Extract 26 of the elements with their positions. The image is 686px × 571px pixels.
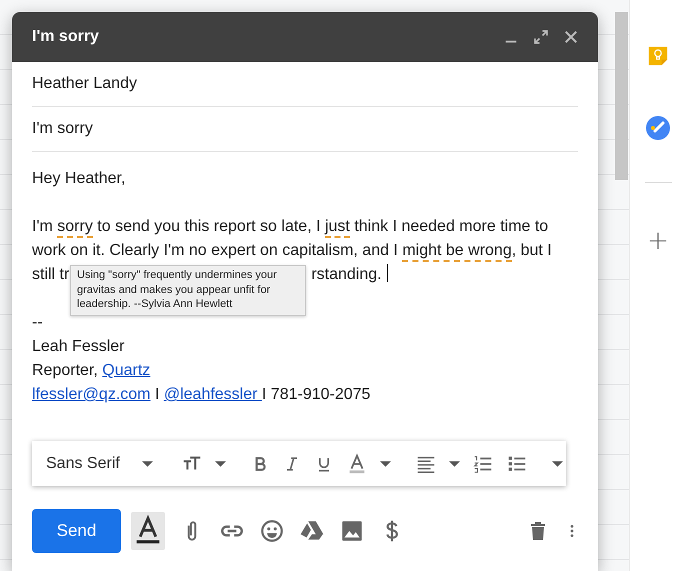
- send-button[interactable]: Send: [32, 509, 121, 553]
- signature-text: Reporter,: [32, 362, 99, 379]
- signature-text: I: [154, 386, 160, 403]
- link[interactable]: lfessler@qz.com: [32, 386, 150, 403]
- window-title: I'm sorry: [32, 28, 100, 46]
- caret-icon: [142, 460, 153, 466]
- link[interactable]: @leahfessler: [164, 386, 262, 403]
- signature-text: Leah Fessler: [32, 338, 124, 355]
- signature-text: --: [32, 314, 43, 331]
- caret-icon[interactable]: [380, 460, 391, 466]
- recipient-field[interactable]: Heather Landy: [32, 75, 137, 93]
- emoji-icon[interactable]: [259, 518, 285, 544]
- font-dropdown[interactable]: Sans Serif: [46, 454, 153, 472]
- tooltip: Using "sorry" frequently undermines your gravitas and makes you appear unfit for leadership. --Sylvia Ann Hewlett: [70, 265, 306, 316]
- caret-icon[interactable]: [448, 460, 460, 466]
- expand-icon[interactable]: [532, 28, 550, 46]
- scrollbar[interactable]: [615, 12, 628, 180]
- checkmark-circle-icon[interactable]: [646, 116, 670, 140]
- text-format-icon[interactable]: [131, 512, 165, 550]
- caret-icon[interactable]: [214, 460, 226, 466]
- subject-field[interactable]: I'm sorry: [32, 120, 93, 138]
- greeting-text: Hey Heather,: [32, 169, 126, 189]
- caret-icon[interactable]: [552, 460, 563, 466]
- link[interactable]: Quartz: [102, 362, 150, 379]
- signature-text: I 781-910-2075: [262, 386, 370, 403]
- add-button[interactable]: +: [647, 228, 669, 254]
